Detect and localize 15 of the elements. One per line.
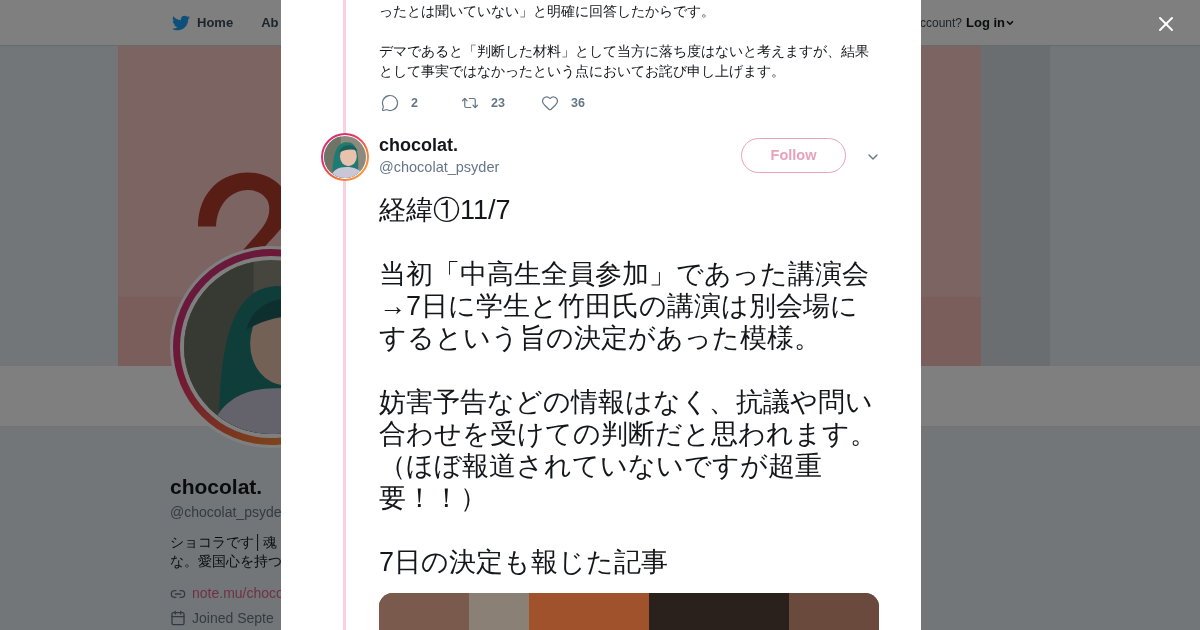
login-button[interactable]: Log in: [966, 12, 1015, 33]
joined-date: Joined Septe: [192, 610, 274, 626]
tweet-text: 妨害予告などの情報はなく、抗議や問い合わせを受けての判断だと思われます。: [379, 386, 878, 450]
profile-handle: @chocolat_psyde: [170, 503, 282, 522]
account-prompt: ccount?: [919, 14, 962, 32]
nav-link[interactable]: Home: [197, 12, 234, 33]
profile-name: chocolat.: [170, 474, 263, 500]
tweet-text: （ほぼ報道されていないですが超重要！！）: [379, 450, 823, 514]
bird-icon: [171, 13, 191, 32]
bio-line: な。愛国心を持つ: [170, 552, 282, 571]
tweet-text: 7日の決定も報じた記事: [379, 546, 670, 578]
calendar-icon: [170, 610, 186, 626]
tweet-text: ったとは聞いていない」と明確に回答したからです。: [379, 2, 716, 21]
bio-line: ショコラです│魂: [170, 533, 277, 552]
nav-link[interactable]: Ab: [261, 12, 279, 33]
